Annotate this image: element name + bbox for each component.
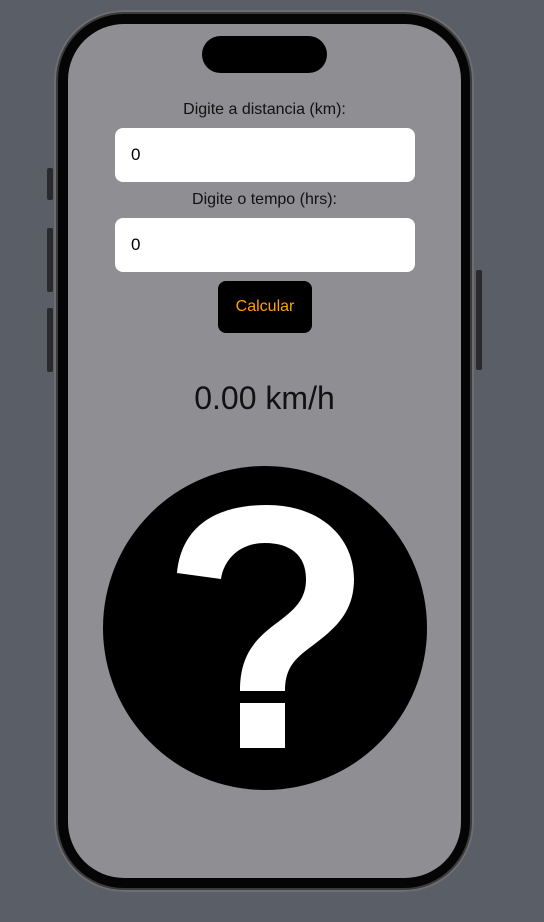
action-button-hardware <box>47 168 53 200</box>
volume-up-hardware <box>47 228 53 292</box>
speed-result: 0.00 km/h <box>194 380 335 416</box>
volume-down-hardware <box>47 308 53 372</box>
device-stage: Digite a distancia (km): Digite o tempo … <box>0 0 544 922</box>
time-label: Digite o tempo (hrs): <box>192 191 337 208</box>
time-input[interactable] <box>115 218 415 272</box>
power-button-hardware <box>476 270 482 370</box>
distance-input[interactable] <box>115 128 415 182</box>
dynamic-island <box>202 36 327 73</box>
question-circle-icon <box>103 466 427 790</box>
distance-label: Digite a distancia (km): <box>183 101 346 118</box>
app-screen: Digite a distancia (km): Digite o tempo … <box>68 24 461 878</box>
calculate-button[interactable]: Calcular <box>218 281 312 333</box>
